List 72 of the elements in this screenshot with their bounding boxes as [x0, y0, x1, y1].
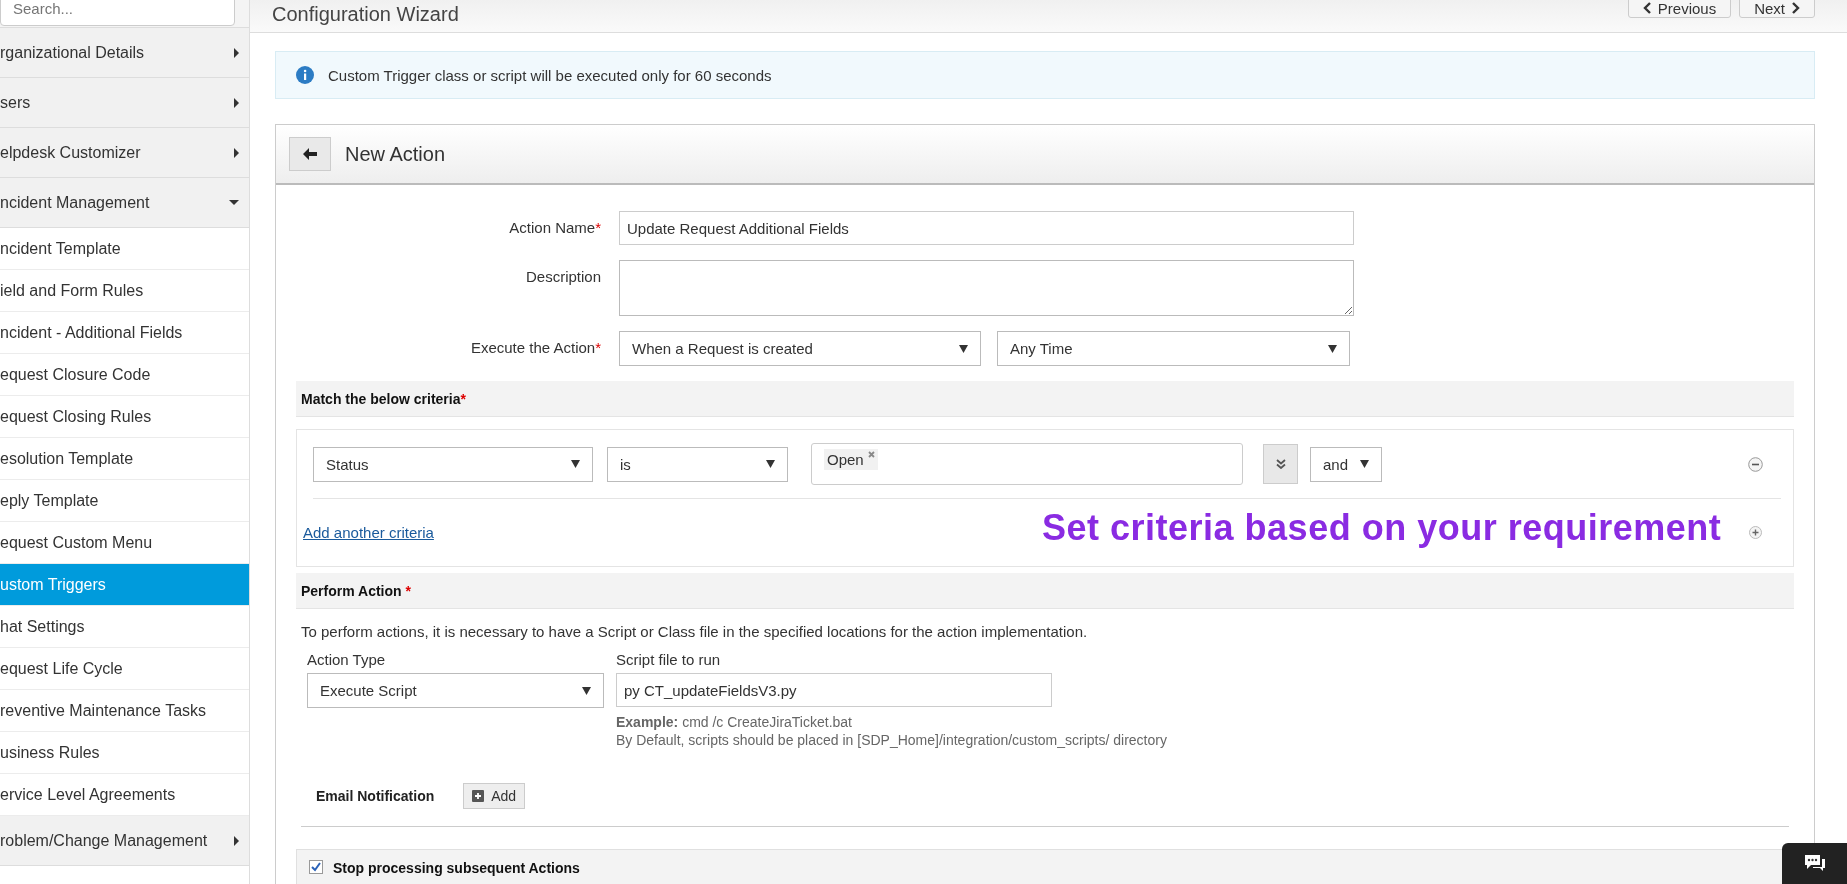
caret-down-icon	[571, 460, 580, 468]
caret-down-icon	[1360, 460, 1369, 468]
menu-item[interactable]: ield and Form Rules	[0, 270, 249, 312]
caret-right-icon	[233, 46, 240, 59]
checkbox-label: Stop processing subsequent Actions	[333, 860, 580, 876]
close-icon	[867, 451, 875, 458]
caret-right-icon	[233, 146, 240, 159]
value-field[interactable]: Open	[811, 443, 1243, 485]
field-label: Description	[524, 267, 601, 285]
search-field[interactable]: Search...	[0, 0, 235, 26]
section-title: Perform Action *	[301, 582, 411, 599]
arrow-left-icon	[303, 148, 317, 160]
note-text: To perform actions, it is necessary to have a Script or Class file in the specified locations for the action implementation.	[300, 622, 1089, 640]
chevron-right-icon	[1791, 2, 1800, 14]
field-label: Action Name*	[508, 218, 601, 236]
value-tag: Open	[824, 449, 878, 470]
next-button[interactable]: Next	[1739, 0, 1815, 18]
chat-button[interactable]	[1782, 843, 1847, 884]
field-label: Action Type	[307, 651, 387, 668]
expand-button[interactable]	[1263, 444, 1298, 484]
menu-item[interactable]: usiness Rules	[0, 732, 249, 774]
section-title: Match the below criteria*	[301, 390, 466, 407]
field-label: Execute the Action*	[469, 338, 601, 356]
info-text: Custom Trigger class or script will be executed only for 60 seconds	[328, 66, 772, 84]
panel-title: New Action	[345, 142, 446, 166]
add-button[interactable]: Add	[463, 783, 526, 809]
chat-icon	[1802, 853, 1827, 873]
menu-item[interactable]: equest Closure Code	[0, 354, 249, 396]
text-field[interactable]: py CT_updateFieldsV3.py	[616, 673, 1052, 707]
plus-icon	[472, 790, 485, 802]
dropdown[interactable]: and	[1310, 446, 1382, 482]
menu-group[interactable]: roblem/Change Management	[0, 816, 249, 866]
hint-text: By Default, scripts should be placed in [SDP_Home]/integration/custom_scripts/ directory	[616, 731, 1167, 749]
caret-down-icon	[1328, 344, 1337, 353]
example-text: Example: cmd /c CreateJiraTicket.bat	[616, 713, 853, 731]
menu-group[interactable]: rganizational Details	[0, 28, 249, 78]
description-field[interactable]	[619, 260, 1354, 316]
page-title: Configuration Wizard	[272, 3, 459, 26]
text-field[interactable]: Update Request Additional Fields	[619, 211, 1354, 245]
menu-item[interactable]: hat Settings	[0, 606, 249, 648]
caret-right-icon	[233, 96, 240, 109]
chevron-left-icon	[1642, 2, 1652, 14]
menu-item[interactable]: reventive Maintenance Tasks	[0, 690, 249, 732]
field-label: Email Notification	[316, 788, 435, 804]
menu-item[interactable]: esolution Template	[0, 438, 249, 480]
dropdown[interactable]: is	[607, 446, 788, 482]
dropdown[interactable]: Execute Script	[307, 673, 604, 708]
dropdown[interactable]: When a Request is created	[619, 331, 981, 366]
add-criteria-link[interactable]: Add another criteria	[303, 524, 434, 541]
remove-icon	[1748, 456, 1763, 472]
caret-right-icon	[233, 834, 240, 847]
caret-down-icon	[582, 686, 591, 695]
double-chevron-icon	[1275, 459, 1286, 469]
dropdown[interactable]: Status	[313, 446, 593, 482]
menu-item[interactable]: equest Life Cycle	[0, 648, 249, 690]
previous-button[interactable]: Previous	[1627, 0, 1732, 18]
back-button[interactable]	[289, 137, 331, 171]
annotation-text: Set criteria based on your requirement	[1042, 507, 1722, 549]
menu-item[interactable]: ncident Template	[0, 228, 249, 270]
menu-group[interactable]: ncident Management	[0, 178, 249, 228]
menu-item[interactable]: equest Closing Rules	[0, 396, 249, 438]
menu-group[interactable]: sers	[0, 78, 249, 128]
caret-down-icon	[228, 199, 240, 206]
menu-group[interactable]: elpdesk Customizer	[0, 128, 249, 178]
field-label: Script file to run	[616, 651, 722, 668]
menu-item[interactable]: eply Template	[0, 480, 249, 522]
dropdown[interactable]: Any Time	[997, 331, 1350, 366]
info-icon	[296, 66, 314, 84]
add-icon	[1749, 526, 1762, 539]
menu-item[interactable]: ncident - Additional Fields	[0, 312, 249, 354]
caret-down-icon	[959, 344, 968, 353]
caret-down-icon	[766, 460, 775, 468]
